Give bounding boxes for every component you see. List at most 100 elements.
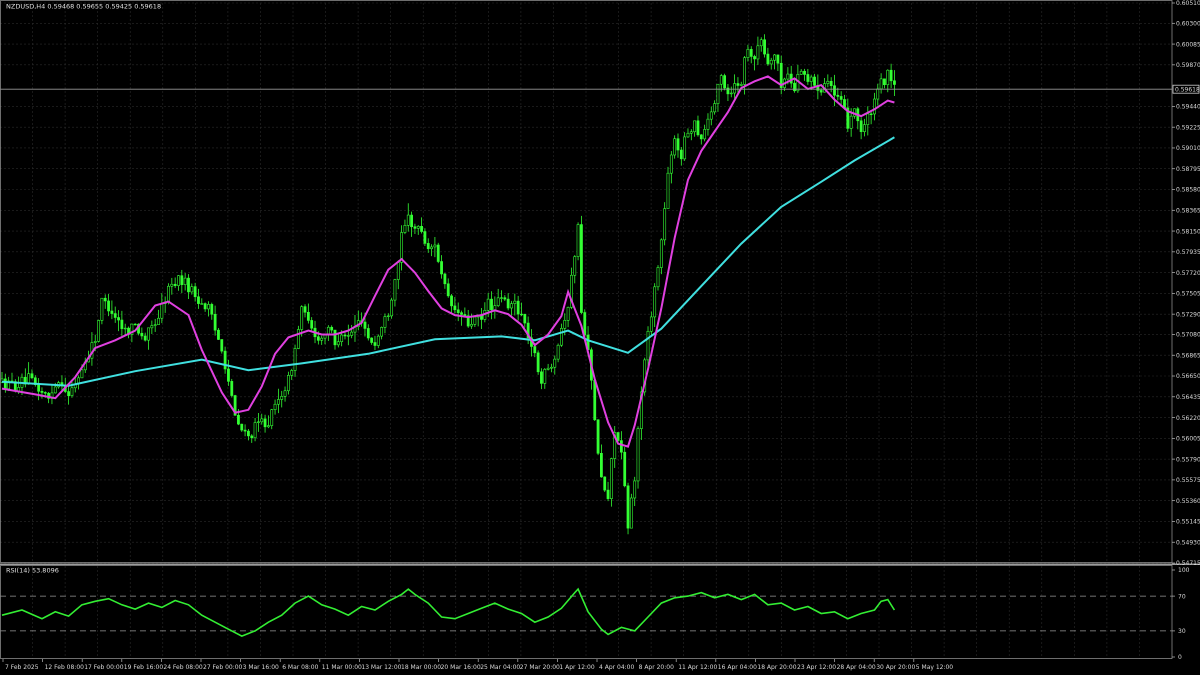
candle-body [506,298,510,309]
candle-body [513,300,517,304]
chart-background [0,0,1200,675]
candle-body [793,82,796,92]
candle-body [296,329,300,349]
candle-body [147,327,150,341]
candle-body [250,435,254,439]
candle-body [210,304,214,315]
candle-body [103,297,107,302]
candle-body [490,298,493,311]
candle-body [140,332,144,337]
candle-body [107,300,110,312]
candle-body [829,80,833,87]
candle-body [366,328,370,339]
candle-body [626,485,630,529]
candle-body [893,80,896,85]
candle-body [433,244,437,248]
candle-body [743,57,746,85]
candle-body [403,225,407,233]
candle-body [333,329,337,346]
candle-body [443,273,447,285]
candle-body [37,384,41,392]
rsi-tick-label: 30 [1178,628,1186,635]
candle-body [410,214,413,228]
price-tick-label: 0.58580 [1176,187,1200,194]
candle-body [809,76,813,82]
price-tick-label: 0.58150 [1176,228,1200,235]
candle-body [503,297,507,300]
candle-body [330,326,334,331]
time-tick-label: 28 Apr 04:00 [837,664,876,671]
candle-body [97,320,100,342]
time-tick-label: 18 Mar 00:00 [401,664,441,671]
price-tick-label: 0.56220 [1176,415,1200,422]
candle-body [346,335,350,337]
candle-body [237,414,240,425]
candle-body [120,319,124,329]
time-tick-label: 17 Feb 00:00 [84,664,124,671]
price-tick-label: 0.56650 [1176,373,1200,380]
candle-body [383,316,387,328]
price-tick-label: 0.57080 [1176,332,1200,339]
candle-body [653,286,657,318]
candle-body [869,113,873,115]
candle-body [247,430,250,437]
candle-body [556,344,560,360]
candle-body [699,134,703,140]
current-price-label: 0.59618 [1175,86,1200,93]
rsi-tick-label: 70 [1178,593,1186,600]
price-tick-label: 0.56865 [1176,352,1200,359]
candle-body [656,267,660,288]
candle-body [766,53,770,65]
candle-body [273,403,277,410]
candle-body [193,286,197,298]
candle-body [67,391,71,396]
candle-body [177,275,180,286]
candle-body [470,324,473,327]
candle-body [173,283,177,286]
candle-body [303,306,307,313]
candle-body [510,303,513,309]
price-tick-label: 0.59870 [1176,62,1200,69]
candle-body [43,392,47,394]
time-tick-label: 20 Mar 16:00 [441,664,481,671]
candle-body [739,84,743,86]
candle-body [546,367,550,370]
candle-body [666,172,670,209]
price-tick-label: 0.59440 [1176,104,1200,111]
candle-body [450,295,453,307]
trading-chart[interactable]: 0.60510 0.60300 0.60085 0.59870 0.59440 0.592… [0,0,1200,675]
candle-body [566,307,570,321]
time-tick-label: 27 Feb 00:00 [203,664,243,671]
price-tick-label: 0.59225 [1176,124,1200,131]
candle-body [203,303,207,310]
candle-body [406,214,410,226]
candle-body [386,315,390,317]
candle-body [673,138,677,156]
price-tick-label: 0.55145 [1176,519,1200,526]
time-tick-label: 19 Feb 16:00 [124,664,164,671]
candle-body [110,310,114,314]
price-tick-label: 0.56005 [1176,436,1200,443]
candle-body [533,346,537,354]
candle-body [223,350,227,370]
candle-body [93,341,97,343]
candle-body [813,76,816,86]
candle-body [376,335,380,346]
candle-body [390,299,394,317]
candle-body [80,369,84,379]
candle-body [580,224,583,313]
candle-body [167,285,170,303]
candle-body [263,418,267,428]
candle-body [520,313,523,316]
candle-body [310,320,314,329]
candle-body [486,298,490,311]
candle-body [227,368,230,382]
price-tick-label: 0.55790 [1176,456,1200,463]
time-tick-label: 5 May 12:00 [916,664,954,671]
candle-body [609,458,613,499]
candle-body [836,94,840,97]
candle-body [649,316,653,332]
time-tick-label: 27 Mar 20:00 [520,664,560,671]
candle-body [3,378,7,390]
candle-body [876,88,880,100]
